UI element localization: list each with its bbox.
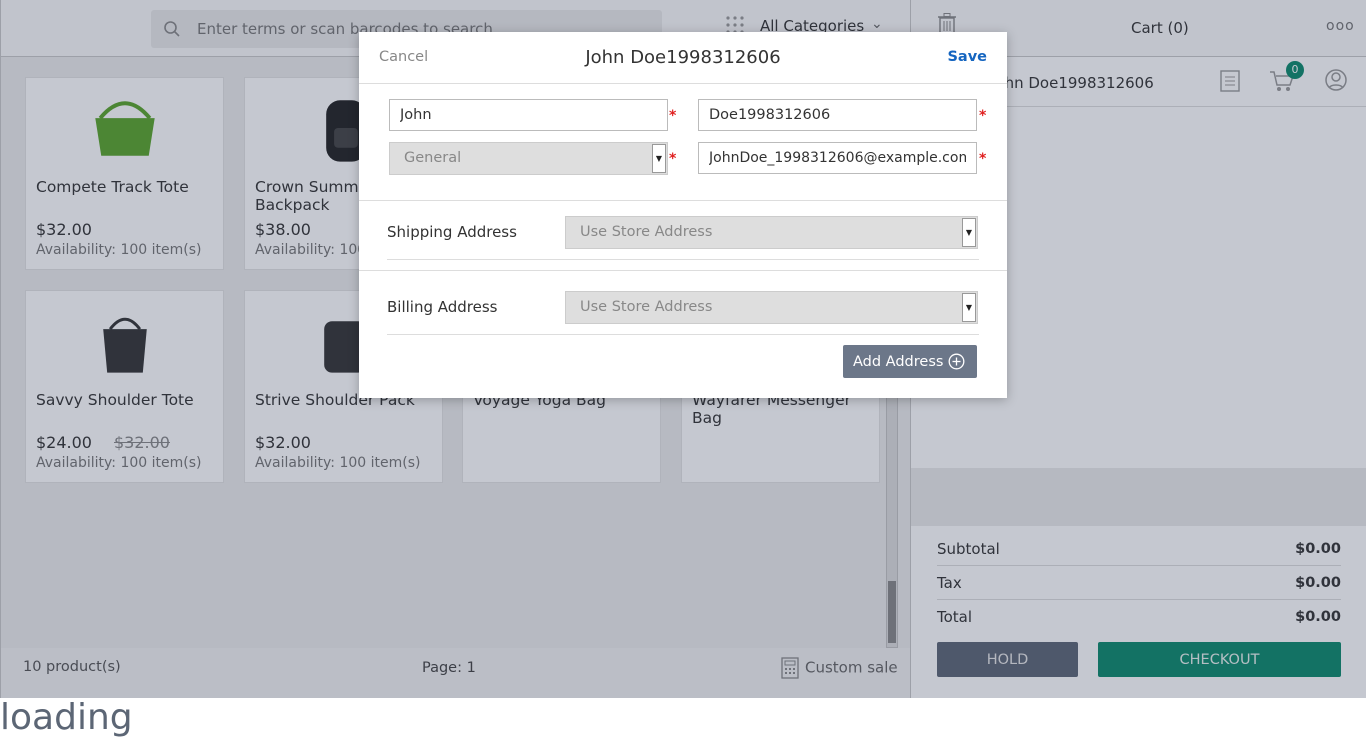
shipping-address-select[interactable]: Use Store Address ▼ [565,216,978,249]
billing-address-value: Use Store Address [580,299,713,315]
required-mark: * [669,108,677,124]
add-address-button[interactable]: Add Address [843,345,977,378]
required-mark: * [669,151,677,167]
customer-group-select[interactable]: General ▼ [389,142,668,175]
shipping-address-value: Use Store Address [580,224,713,240]
email-field[interactable] [698,142,977,174]
edit-customer-dialog: Cancel John Doe1998312606 Save * * Gener… [359,32,1007,398]
dropdown-arrow-icon: ▼ [652,144,666,173]
dropdown-arrow-icon: ▼ [962,218,976,247]
divider [359,200,1007,201]
divider [387,334,979,335]
billing-address-select[interactable]: Use Store Address ▼ [565,291,978,324]
dialog-title: John Doe1998312606 [585,47,781,68]
pos-app: All Categories ⌄ Compete Track Tote$32.0… [0,0,1366,698]
plus-circle-icon [948,353,965,370]
loading-text: loading [0,697,133,738]
first-name-field[interactable] [389,99,668,131]
billing-address-label: Billing Address [387,298,498,316]
save-button[interactable]: Save [947,49,987,65]
last-name-field[interactable] [698,99,977,131]
add-address-label: Add Address [853,353,944,370]
divider [387,259,979,260]
required-mark: * [979,108,987,124]
required-mark: * [979,151,987,167]
shipping-address-label: Shipping Address [387,223,517,241]
customer-group-value: General [404,150,462,166]
dropdown-arrow-icon: ▼ [962,293,976,322]
divider [359,270,1007,271]
dialog-header: Cancel John Doe1998312606 Save [359,32,1007,84]
